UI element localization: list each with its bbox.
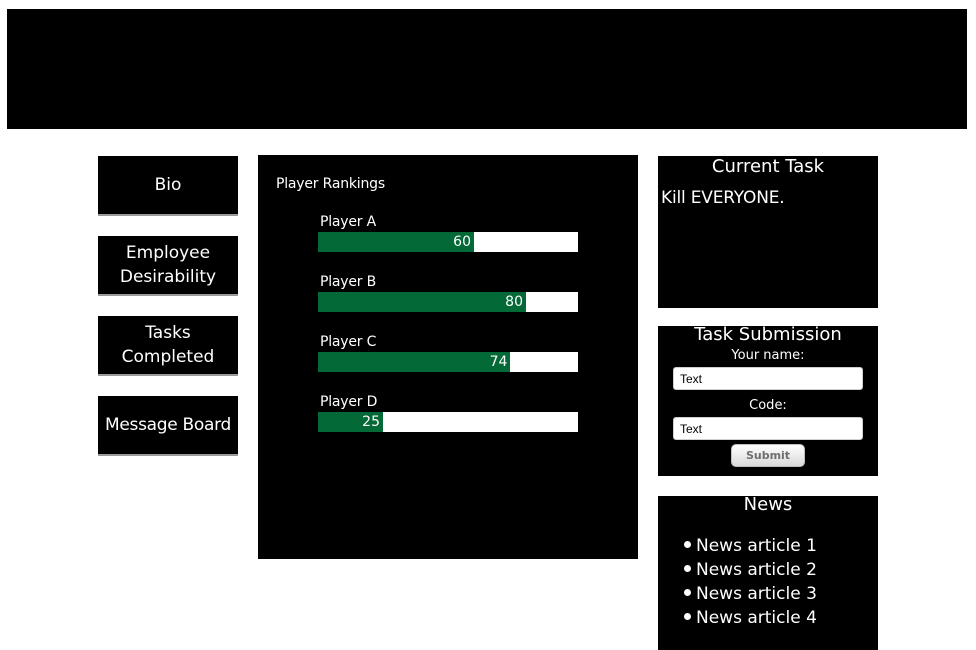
news-item-label: News article 4 xyxy=(696,608,817,628)
bullet-icon xyxy=(684,612,691,620)
player-name: Player D xyxy=(320,394,378,410)
nav-button-bio[interactable]: Bio xyxy=(98,156,238,216)
ranking-bar-value: 80 xyxy=(505,294,523,310)
ranking-bar-track: 80 xyxy=(318,292,578,312)
nav-button-label: Bio xyxy=(154,175,182,195)
rankings-title: Player Rankings xyxy=(276,176,385,192)
ranking-bar-fill: 74 xyxy=(318,352,511,372)
player-rankings-panel: Player Rankings Player A 60 Player B 80 … xyxy=(258,155,638,559)
player-ranking-row: Player C 74 xyxy=(318,332,578,372)
player-name: Player B xyxy=(320,274,377,290)
ranking-bar-track: 60 xyxy=(318,232,578,252)
header-banner xyxy=(7,9,967,129)
current-task-panel: Current Task Kill EVERYONE. xyxy=(658,156,878,308)
news-item[interactable]: News article 1 xyxy=(684,534,878,558)
news-list: News article 1 News article 2 News artic… xyxy=(684,534,878,630)
bullet-icon xyxy=(684,564,691,572)
nav-button-message-board[interactable]: Message Board xyxy=(98,396,238,456)
player-name: Player A xyxy=(320,214,376,230)
current-task-title: Current Task xyxy=(711,156,825,177)
ranking-bar-track: 25 xyxy=(318,412,578,432)
code-label: Code: xyxy=(749,398,787,413)
ranking-bar-value: 25 xyxy=(362,414,380,430)
ranking-bar-fill: 25 xyxy=(318,412,383,432)
ranking-bar-value: 60 xyxy=(453,234,471,250)
player-name: Player C xyxy=(320,334,377,350)
bullet-icon xyxy=(684,588,691,596)
player-ranking-row: Player D 25 xyxy=(318,392,578,432)
ranking-bar-fill: 60 xyxy=(318,232,474,252)
news-item[interactable]: News article 2 xyxy=(684,558,878,582)
your-name-input[interactable] xyxy=(673,367,863,390)
news-panel: News News article 1 News article 2 News … xyxy=(658,494,878,650)
nav-button-label-line-1: Tasks xyxy=(145,323,191,343)
current-task-text: Kill EVERYONE. xyxy=(661,188,785,208)
bullet-icon xyxy=(684,540,691,548)
nav-button-employee-desirability[interactable]: Employee Desirability xyxy=(98,236,238,296)
ranking-bar-fill: 80 xyxy=(318,292,526,312)
nav-button-label-line-2: Completed xyxy=(121,347,215,367)
news-item-label: News article 1 xyxy=(696,536,817,556)
task-submission-title: Task Submission xyxy=(694,324,842,345)
submit-button[interactable]: Submit xyxy=(731,444,805,467)
nav-button-label-line-1: Employee xyxy=(125,243,211,263)
task-submission-panel: Task Submission Your name: Code: Submit xyxy=(658,324,878,476)
your-name-label: Your name: xyxy=(731,348,805,363)
news-title: News xyxy=(743,494,793,515)
news-item[interactable]: News article 3 xyxy=(684,582,878,606)
nav-button-label: Message Board xyxy=(105,415,231,435)
nav-button-tasks-completed[interactable]: Tasks Completed xyxy=(98,316,238,376)
ranking-bar-value: 74 xyxy=(489,354,508,370)
ranking-bar-track: 74 xyxy=(318,352,578,372)
player-ranking-row: Player B 80 xyxy=(318,272,578,312)
news-item[interactable]: News article 4 xyxy=(684,606,878,630)
code-input[interactable] xyxy=(673,417,863,440)
news-item-label: News article 3 xyxy=(696,584,817,604)
player-ranking-row: Player A 60 xyxy=(318,212,578,252)
nav-button-label-line-2: Desirability xyxy=(119,267,217,287)
news-item-label: News article 2 xyxy=(696,560,817,580)
